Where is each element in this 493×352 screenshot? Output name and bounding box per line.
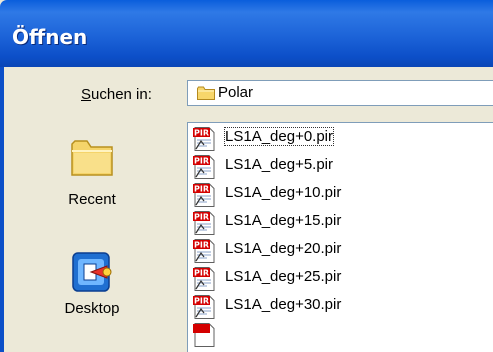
place-desktop[interactable]: [4, 250, 180, 301]
place-desktop-label: Desktop: [64, 300, 120, 317]
file-name: LS1A_deg+0.pir: [223, 127, 335, 146]
file-name: LS1A_deg+5.pir: [225, 156, 334, 173]
file-name: LS1A_deg+15.pir: [225, 212, 342, 229]
folder-icon: [197, 86, 215, 105]
pir-badge: PIR: [194, 157, 209, 166]
look-in-value: Polar: [218, 84, 254, 101]
pir-file-icon: PIR: [192, 295, 218, 319]
look-in-accelerator: S: [81, 86, 92, 103]
desktop-icon: [69, 252, 115, 300]
pir-file-icon: PIR: [192, 127, 218, 151]
file-name: LS1A_deg+20.pir: [225, 240, 342, 257]
place-recent-label: Recent: [68, 191, 116, 208]
place-recent[interactable]: [4, 135, 180, 184]
pir-file-icon: PIR: [192, 239, 218, 263]
pir-badge: PIR: [194, 185, 209, 194]
pir-badge: PIR: [194, 269, 209, 278]
pir-badge: PIR: [194, 129, 209, 138]
pir-badge: PIR: [194, 297, 209, 306]
pir-file-icon: PIR: [192, 155, 218, 179]
pir-file-icon: PIR: [192, 183, 218, 207]
pir-file-icon: [192, 323, 218, 347]
places-bar: Recent Desktop: [4, 117, 180, 352]
look-in-label: Suchen in:: [81, 86, 152, 103]
pir-badge: PIR: [194, 241, 209, 250]
look-in-combobox[interactable]: Polar: [187, 80, 493, 106]
file-name: LS1A_deg+30.pir: [225, 296, 342, 313]
window-title: Öffnen: [12, 25, 88, 49]
pir-badge: PIR: [194, 213, 209, 222]
file-name: LS1A_deg+25.pir: [225, 268, 342, 285]
look-in-label-text: uchen in:: [91, 86, 152, 103]
file-name: LS1A_deg+10.pir: [225, 184, 342, 201]
file-list[interactable]: PIR LS1A_deg+0.pir PIR LS1A_deg+5.pir PI…: [187, 122, 493, 352]
title-bar[interactable]: Öffnen: [0, 0, 493, 67]
recent-folder-icon: [69, 140, 115, 183]
pir-file-icon: PIR: [192, 211, 218, 235]
pir-file-icon: PIR: [192, 267, 218, 291]
